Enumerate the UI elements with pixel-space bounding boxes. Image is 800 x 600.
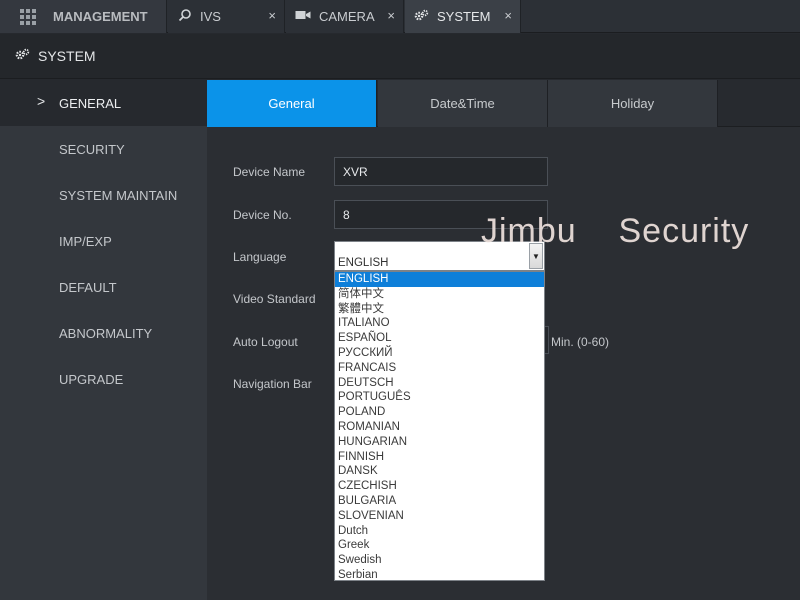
language-option[interactable]: Swedish bbox=[335, 553, 544, 568]
tab-management[interactable]: MANAGEMENT bbox=[0, 0, 167, 33]
language-option[interactable]: DANSK bbox=[335, 464, 544, 479]
navigation-bar-label: Navigation Bar bbox=[233, 377, 312, 391]
sidebar-item-label: SYSTEM MAINTAIN bbox=[59, 187, 178, 203]
language-option[interactable]: CZECHISH bbox=[335, 479, 544, 494]
language-option[interactable]: DEUTSCH bbox=[335, 376, 544, 391]
sidebar-item-abnormality[interactable]: ABNORMALITY bbox=[0, 310, 207, 356]
tab-camera-label: CAMERA bbox=[319, 9, 375, 24]
gears-icon bbox=[15, 48, 30, 64]
tab-camera[interactable]: CAMERA × bbox=[286, 0, 404, 33]
language-option[interactable]: Greek bbox=[335, 538, 544, 553]
language-option[interactable]: ENGLISH bbox=[335, 272, 544, 287]
sidebar-item-label: UPGRADE bbox=[59, 371, 124, 387]
close-icon[interactable]: × bbox=[504, 8, 512, 23]
tab-management-label: MANAGEMENT bbox=[53, 9, 148, 24]
gears-icon bbox=[414, 9, 429, 25]
sidebar-item-upgrade[interactable]: UPGRADE bbox=[0, 356, 207, 402]
close-icon[interactable]: × bbox=[387, 8, 395, 23]
camera-icon bbox=[295, 9, 311, 24]
sidebar: > GENERAL SECURITY SYSTEM MAINTAIN IMP/E… bbox=[0, 80, 207, 600]
language-option[interactable]: 繁體中文 bbox=[335, 302, 544, 317]
language-option[interactable]: FINNISH bbox=[335, 450, 544, 465]
tab-system[interactable]: SYSTEM × bbox=[405, 0, 521, 33]
tab-ivs[interactable]: IVS × bbox=[168, 0, 285, 33]
auto-logout-label: Auto Logout bbox=[233, 335, 298, 349]
video-standard-label: Video Standard bbox=[233, 292, 316, 306]
device-name-label: Device Name bbox=[233, 165, 306, 179]
top-tab-bar: MANAGEMENT IVS × CAMERA × SYSTEM × bbox=[0, 0, 800, 33]
language-option[interactable]: ITALIANO bbox=[335, 316, 544, 331]
language-option[interactable]: ESPAÑOL bbox=[335, 331, 544, 346]
language-option[interactable]: FRANCAIS bbox=[335, 361, 544, 376]
language-dropdown-list: ENGLISH 简体中文 繁體中文 ITALIANO ESPAÑOL РУССКИЙ FRA… bbox=[334, 271, 545, 581]
language-option[interactable]: 简体中文 bbox=[335, 287, 544, 302]
tab-ivs-label: IVS bbox=[200, 9, 221, 24]
sidebar-item-label: IMP/EXP bbox=[59, 233, 112, 249]
sidebar-item-system-maintain[interactable]: SYSTEM MAINTAIN bbox=[0, 172, 207, 218]
grid-icon bbox=[20, 8, 36, 25]
language-option[interactable]: Serbian bbox=[335, 568, 544, 583]
auto-logout-field[interactable] bbox=[545, 326, 549, 354]
section-header: SYSTEM bbox=[0, 34, 800, 79]
tab-date-time[interactable]: Date&Time bbox=[378, 80, 548, 127]
language-option[interactable]: POLAND bbox=[335, 405, 544, 420]
content-panel: General Date&Time Holiday Device Name XV… bbox=[207, 80, 800, 600]
auto-logout-unit: Min. (0-60) bbox=[551, 335, 610, 349]
sidebar-item-security[interactable]: SECURITY bbox=[0, 126, 207, 172]
page-title: SYSTEM bbox=[38, 48, 96, 64]
language-label: Language bbox=[233, 250, 287, 264]
tab-holiday[interactable]: Holiday bbox=[548, 80, 718, 127]
language-select-value: ENGLISH bbox=[338, 257, 389, 269]
content-tabs: General Date&Time Holiday bbox=[207, 80, 800, 127]
sidebar-item-general[interactable]: > GENERAL bbox=[0, 80, 207, 126]
language-option[interactable]: Dutch bbox=[335, 524, 544, 539]
tab-system-label: SYSTEM bbox=[437, 9, 491, 24]
close-icon[interactable]: × bbox=[268, 8, 276, 23]
device-name-field[interactable]: XVR bbox=[334, 157, 548, 186]
sidebar-item-label: DEFAULT bbox=[59, 279, 117, 295]
chevron-right-icon: > bbox=[37, 93, 46, 109]
sidebar-item-label: SECURITY bbox=[59, 141, 125, 157]
language-option[interactable]: PORTUGUÊS bbox=[335, 390, 544, 405]
language-option[interactable]: BULGARIA bbox=[335, 494, 544, 509]
language-option[interactable]: SLOVENIAN bbox=[335, 509, 544, 524]
sidebar-item-label: ABNORMALITY bbox=[59, 325, 153, 341]
sidebar-item-label: GENERAL bbox=[59, 95, 122, 111]
ivs-search-icon bbox=[178, 8, 192, 25]
watermark-text: Jimbu Security bbox=[481, 212, 750, 250]
tab-general[interactable]: General bbox=[207, 80, 377, 127]
sidebar-item-imp-exp[interactable]: IMP/EXP bbox=[0, 218, 207, 264]
language-option[interactable]: HUNGARIAN bbox=[335, 435, 544, 450]
language-option[interactable]: РУССКИЙ bbox=[335, 346, 544, 361]
sidebar-item-default[interactable]: DEFAULT bbox=[0, 264, 207, 310]
device-no-label: Device No. bbox=[233, 208, 292, 222]
language-option[interactable]: ROMANIAN bbox=[335, 420, 544, 435]
